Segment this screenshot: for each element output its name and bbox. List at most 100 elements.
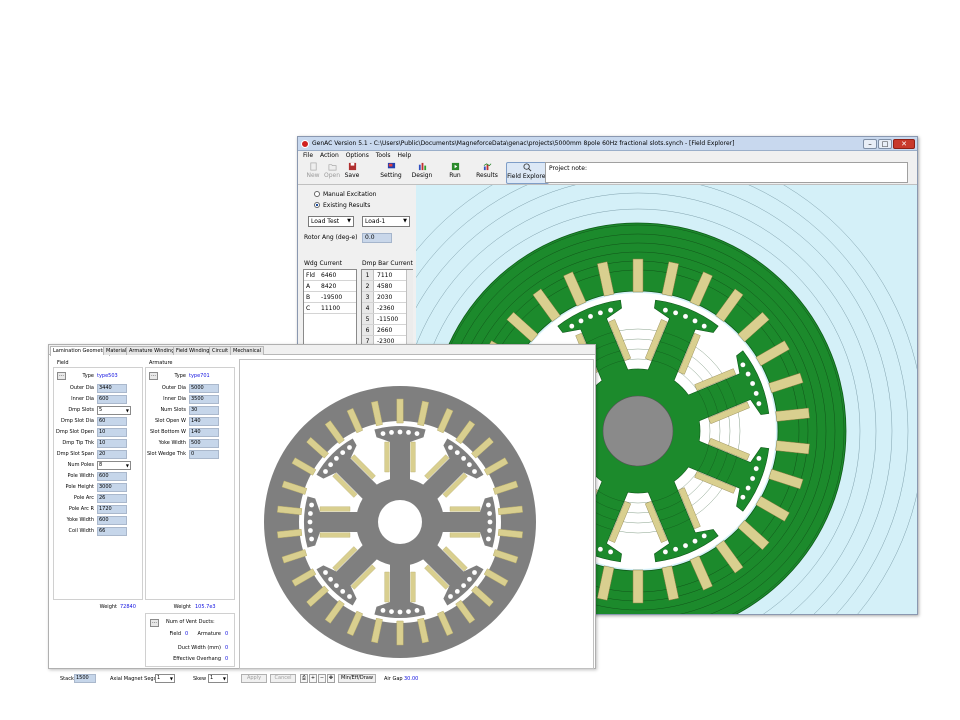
existing-results-radio[interactable]: Existing Results xyxy=(314,202,370,209)
table-row[interactable]: 5 -11500 xyxy=(362,314,406,325)
field-type-value: type503 xyxy=(97,373,118,379)
field-explorer-button[interactable]: Field Explorer xyxy=(506,162,549,184)
min-eff-draw-button[interactable]: Min/Eff/Draw xyxy=(338,674,376,683)
air-gap-value: 30.00 xyxy=(404,676,419,682)
open-button[interactable]: Open xyxy=(323,162,341,184)
maximize-button[interactable]: □ xyxy=(878,139,892,149)
print-icon[interactable]: ⎙ xyxy=(300,674,308,683)
damper-bar xyxy=(414,431,420,436)
damper-bar xyxy=(380,608,386,613)
param-select[interactable]: 8 ▼ xyxy=(97,461,131,470)
damper-bar xyxy=(597,310,604,316)
load-test-select[interactable]: Load Test ▼ xyxy=(308,216,354,227)
design-button[interactable]: Design xyxy=(411,162,433,184)
zoom-in-icon[interactable]: + xyxy=(309,674,317,683)
param-input[interactable]: 140 xyxy=(189,428,219,437)
param-input[interactable]: 5000 xyxy=(189,384,219,393)
table-row[interactable]: 1 7110 xyxy=(362,270,406,281)
load-case-select[interactable]: Load-1 ▼ xyxy=(362,216,410,227)
lamination-drawing-canvas[interactable] xyxy=(239,359,594,669)
param-input[interactable]: 20 xyxy=(97,450,127,459)
table-row[interactable]: A 8420 xyxy=(304,281,356,292)
minimize-button[interactable]: – xyxy=(863,139,877,149)
param-input[interactable]: 500 xyxy=(189,439,219,448)
cancel-button[interactable]: Cancel xyxy=(270,674,296,683)
param-input[interactable]: 600 xyxy=(97,472,127,481)
winding-current-value: 8420 xyxy=(321,283,337,290)
menu-file[interactable]: File xyxy=(303,151,313,161)
table-row[interactable]: 4 -2360 xyxy=(362,303,406,314)
param-input[interactable]: 0 xyxy=(189,450,219,459)
param-input[interactable]: 66 xyxy=(97,527,127,536)
results-button[interactable]: Results xyxy=(476,162,498,184)
param-input[interactable]: 3440 xyxy=(97,384,127,393)
bar-current-value: -11500 xyxy=(377,316,399,323)
run-button[interactable]: Run xyxy=(447,162,463,184)
stator-slot xyxy=(632,569,644,604)
setting-button[interactable]: Setting xyxy=(380,162,402,184)
param-label: Pole Height xyxy=(65,484,94,490)
tab-circuit[interactable]: Circuit xyxy=(209,346,232,355)
menu-action[interactable]: Action xyxy=(320,151,339,161)
param-input[interactable]: 1720 xyxy=(97,505,127,514)
stator-slot xyxy=(396,398,404,424)
design-icon xyxy=(418,162,426,171)
bar-index: 5 xyxy=(362,314,374,324)
damper-bar xyxy=(328,576,333,582)
project-note-field[interactable]: Project note: xyxy=(545,162,908,183)
damper-bar xyxy=(672,310,679,316)
damper-bar xyxy=(607,307,614,313)
close-button[interactable]: ✕ xyxy=(893,139,915,149)
param-input[interactable]: 26 xyxy=(97,494,127,503)
damper-bar xyxy=(308,528,313,533)
damper-bar xyxy=(467,462,472,468)
effective-overhang-value: 0 xyxy=(225,656,229,662)
damper-bar xyxy=(309,502,314,508)
field-coil xyxy=(410,441,416,473)
table-row[interactable]: 3 2030 xyxy=(362,292,406,303)
table-row[interactable]: 2 4580 xyxy=(362,281,406,292)
menu-options[interactable]: Options xyxy=(346,151,369,161)
tab-lamination-geometry[interactable]: Lamination Geometry xyxy=(50,346,111,356)
damper-bar xyxy=(448,594,453,599)
tab-mechanical[interactable]: Mechanical xyxy=(230,346,265,355)
menu-tools[interactable]: Tools xyxy=(376,151,391,161)
lamination-bottom-bar: Stack 1500 Axial Magnet Segs 1 ▼ Skew 1 ▼ … xyxy=(48,672,596,686)
param-input[interactable]: 30 xyxy=(189,406,219,415)
table-row[interactable]: C 11100 xyxy=(304,303,356,314)
zoom-out-icon[interactable]: − xyxy=(318,674,326,683)
damper-bar xyxy=(597,546,604,552)
skew-select[interactable]: 1 ▼ xyxy=(208,674,228,683)
duct-width-label: Duct Width (mm) xyxy=(177,645,221,651)
damper-bar xyxy=(309,536,314,542)
param-input[interactable]: 10 xyxy=(97,439,127,448)
param-input[interactable]: 60 xyxy=(97,417,127,426)
param-input[interactable]: 3500 xyxy=(189,395,219,404)
title-bar[interactable]: GenAC Version 5.1 - C:\Users\Public\Docu… xyxy=(298,137,917,151)
param-input[interactable]: 600 xyxy=(97,395,127,404)
table-row[interactable]: Fld 6460 xyxy=(304,270,356,281)
damper-bar xyxy=(334,583,339,588)
damper-bar xyxy=(323,570,328,575)
stack-input[interactable]: 1500 xyxy=(74,674,96,683)
param-input[interactable]: 10 xyxy=(97,428,127,437)
param-input[interactable]: 3000 xyxy=(97,483,127,492)
table-row[interactable]: 6 2660 xyxy=(362,325,406,336)
axial-magnet-segs-select[interactable]: 1 ▼ xyxy=(155,674,175,683)
param-input[interactable]: 600 xyxy=(97,516,127,525)
damper-bar xyxy=(472,570,477,575)
damper-bar xyxy=(414,608,420,613)
tab-armature-winding[interactable]: Armature Winding xyxy=(126,346,178,355)
save-button[interactable]: Save xyxy=(344,162,360,184)
table-row[interactable]: B -19500 xyxy=(304,292,356,303)
pan-icon[interactable]: ✥ xyxy=(327,674,335,683)
new-button[interactable]: New xyxy=(305,162,321,184)
damper-bar xyxy=(454,450,460,455)
apply-button[interactable]: Apply xyxy=(241,674,267,683)
vent-ducts-button[interactable]: … xyxy=(150,619,159,627)
rotor-angle-input[interactable]: 0.0 xyxy=(362,233,392,243)
manual-excitation-radio[interactable]: Manual Excitation xyxy=(314,191,376,198)
menu-help[interactable]: Help xyxy=(397,151,411,161)
tab-field-winding[interactable]: Field Winding xyxy=(173,346,213,355)
param-input[interactable]: 140 xyxy=(189,417,219,426)
